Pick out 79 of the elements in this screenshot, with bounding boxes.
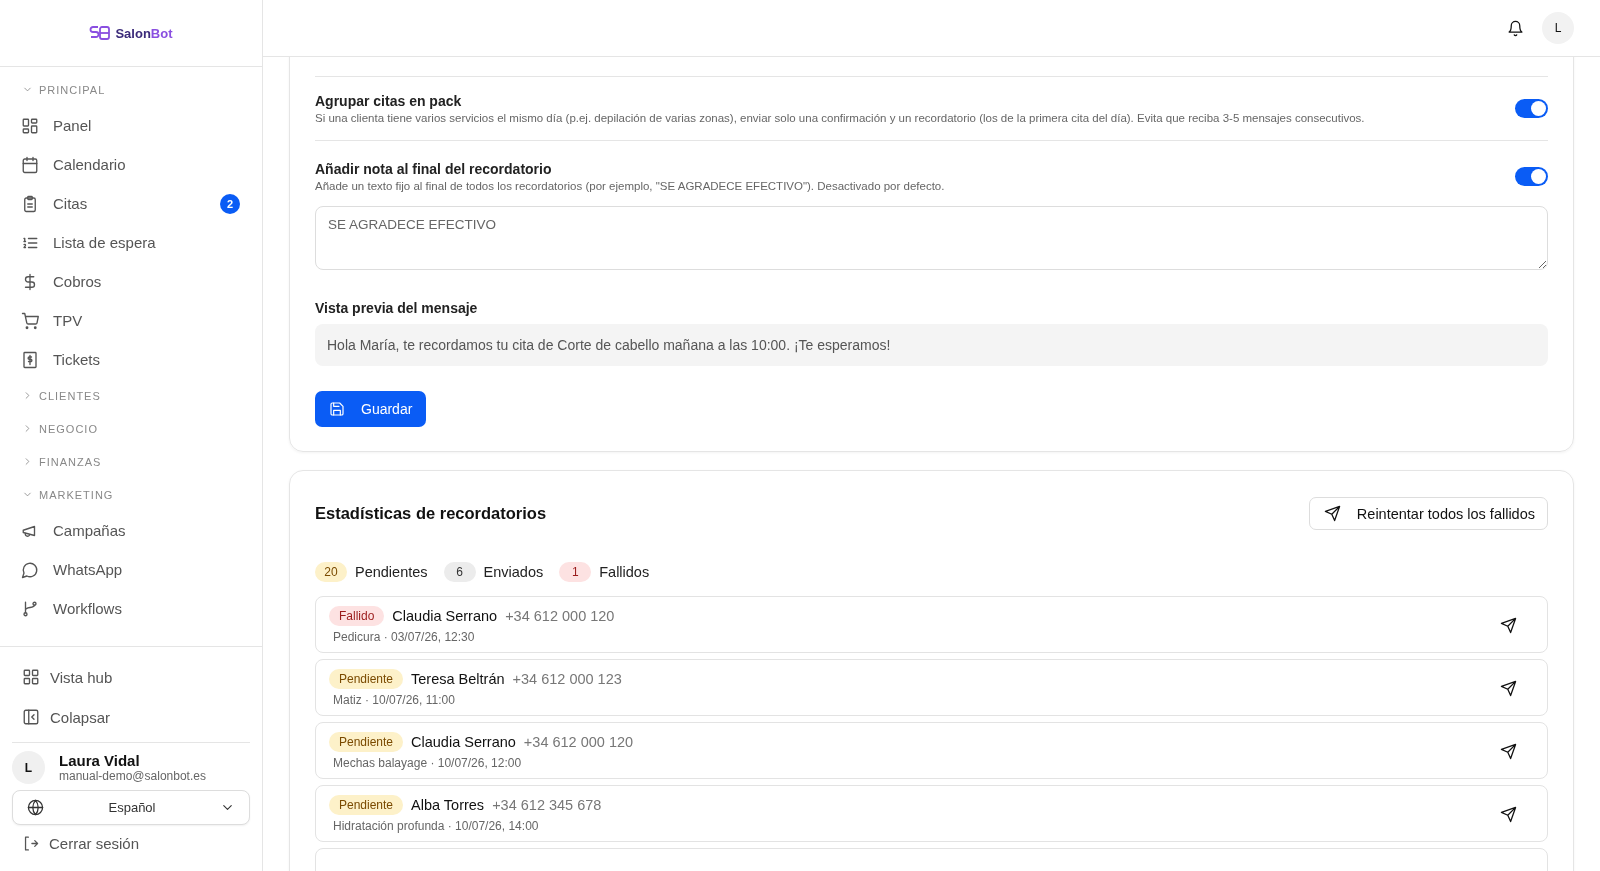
sidebar-item[interactable]: Panel	[20, 106, 242, 145]
logout-link[interactable]: Cerrar sesión	[12, 825, 250, 861]
status-badge: Pendiente	[329, 795, 404, 815]
note-input-field[interactable]: SE AGRADECE EFECTIVO	[315, 206, 1548, 270]
grid-icon	[21, 116, 39, 135]
appointment-detail: Mechas balayage · 10/07/26, 12:00	[332, 756, 523, 770]
client-name: Claudia Serrano	[392, 608, 498, 624]
status-badge: Pendiente	[329, 732, 404, 752]
user-name: Laura Vidal	[59, 752, 141, 769]
retry-button[interactable]: Reintentar todos los fallidos	[1308, 497, 1548, 530]
sidebar-item[interactable]: Calendario	[20, 145, 242, 184]
sidebar-item[interactable]: Campañas	[20, 511, 242, 550]
status-badge: Pendiente	[329, 669, 404, 689]
send-icon	[1500, 742, 1517, 760]
sidebar-item[interactable]: Citas 2	[20, 184, 242, 223]
phone-number: +34 612 000 120	[505, 608, 615, 624]
logo-text: SalonBot	[115, 25, 173, 41]
globe-icon	[27, 799, 44, 816]
bell-icon	[1507, 19, 1524, 37]
branch-icon	[21, 599, 39, 618]
user-avatar[interactable]: L	[1542, 12, 1574, 44]
phone-number: +34 612 000 120	[523, 734, 634, 750]
section-title: Estadísticas de recordatorios	[315, 504, 547, 523]
phone-number: +34 612 345 678	[492, 797, 602, 813]
sidebar-item[interactable]: Tickets	[20, 340, 242, 379]
option-title: Añadir nota al final del recordatorio	[315, 161, 553, 177]
client-name: Claudia Serrano	[411, 734, 516, 750]
phone-number: +34 612 000 123	[512, 671, 622, 687]
send-icon	[1323, 505, 1341, 522]
grid-icon	[22, 668, 40, 686]
count-label: Fallidos	[599, 564, 650, 580]
section-header[interactable]: CLIENTES	[20, 379, 242, 412]
user-avatar: L	[12, 751, 45, 784]
save-button[interactable]: Guardar	[315, 391, 427, 427]
sidebar-item[interactable]: Workflows	[20, 589, 242, 628]
option-title: Agrupar citas en pack	[315, 93, 463, 109]
appointment-detail: Pedicura · 03/07/26, 12:30	[332, 630, 476, 644]
appointment-detail: Hidratación profunda · 10/07/26, 14:00	[332, 819, 540, 833]
toggle-switch[interactable]	[1515, 99, 1548, 118]
receipt-icon	[21, 350, 39, 369]
send-icon	[1500, 679, 1517, 697]
section-header[interactable]: NEGOCIO	[20, 412, 242, 445]
message-preview: Hola María, te recordamos tu cita de Corte de cabello mañana a las 10:00. ¡Te esperamos!	[315, 324, 1548, 366]
save-icon	[329, 401, 345, 417]
logo-icon	[89, 24, 112, 42]
section-header[interactable]: MARKETING	[20, 478, 242, 511]
calendar-icon	[21, 155, 39, 174]
sidebar-item[interactable]: Cobros	[20, 262, 242, 301]
collapse-panel-icon	[22, 708, 40, 726]
user-email: manual-demo@salonbot.es	[59, 769, 206, 783]
send-icon	[1500, 616, 1517, 634]
toggle-switch[interactable]	[1515, 167, 1548, 186]
sidebar-item[interactable]: Lista de espera	[20, 223, 242, 262]
count-label: Pendientes	[355, 564, 428, 580]
count-label: Enviados	[483, 564, 544, 580]
section-header[interactable]: FINANZAS	[20, 445, 242, 478]
section-header[interactable]: PRINCIPAL	[20, 73, 242, 106]
clipboard-icon	[21, 194, 39, 213]
logout-icon	[22, 834, 39, 852]
sidebar-item[interactable]: Colapsar	[12, 697, 250, 737]
client-name: Teresa Beltrán	[411, 671, 505, 687]
count-badge: 1	[559, 562, 592, 582]
client-name: Alba Torres	[411, 797, 485, 813]
option-description: Si una clienta tiene varios servicios el mismo día (p.ej. depilación de varias zonas), enviar solo una confirmación y un recordatorio (los de la primera cita del día). Evita que reciba 3-5 mensajes consecutivos.	[315, 112, 1366, 124]
language-select[interactable]: Español	[12, 790, 250, 825]
appointment-detail: Matiz · 10/07/26, 11:00	[332, 693, 456, 707]
sidebar-item[interactable]: TPV	[20, 301, 242, 340]
status-badge: Fallido	[329, 606, 385, 626]
count-badge: 6	[443, 562, 476, 582]
sidebar-item[interactable]: Vista hub	[12, 657, 250, 697]
logo[interactable]: SalonBot	[0, 0, 262, 67]
option-description: Añade un texto fijo al final de todos los recordatorios (por ejemplo, "SE AGRADECE EFECTIVO"). Desactivado por defecto.	[315, 180, 946, 192]
sidebar-item[interactable]: WhatsApp	[20, 550, 242, 589]
count-badge: 2	[220, 193, 240, 214]
preview-label: Vista previa del mensaje	[315, 300, 479, 316]
count-badge: 20	[315, 562, 347, 582]
cart-icon	[21, 311, 39, 330]
chat-bubble-icon	[21, 560, 39, 579]
send-icon	[1500, 805, 1517, 823]
